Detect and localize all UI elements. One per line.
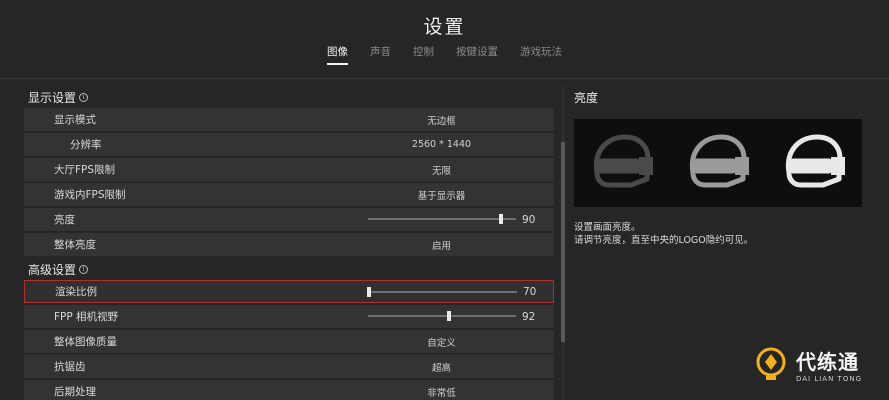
- setting-label: 渲染比例: [55, 286, 97, 298]
- setting-label: 游戏内FPS限制: [54, 189, 126, 201]
- setting-row-display-mode[interactable]: 显示模式 无边框: [24, 108, 554, 131]
- setting-row-lobby-fps[interactable]: 大厅FPS限制 无限: [24, 158, 554, 181]
- helmet-icon-light: [785, 134, 845, 188]
- setting-value[interactable]: 2560 * 1440: [354, 139, 529, 150]
- tab-sound[interactable]: 声音: [370, 44, 391, 65]
- display-settings-header: 显示设置 i: [24, 86, 554, 108]
- setting-label: 后期处理: [54, 386, 96, 398]
- info-panel-description: 设置画面亮度。 请调节亮度，直至中央的LOGO隐约可见。: [574, 221, 864, 247]
- setting-label: FPP 相机视野: [54, 311, 119, 323]
- setting-row-render-scale[interactable]: 渲染比例 70: [24, 280, 554, 303]
- setting-row-resolution[interactable]: 分辨率 2560 * 1440: [24, 133, 554, 156]
- page-title: 设置: [423, 16, 466, 38]
- slider-value: 90: [522, 213, 536, 226]
- setting-label: 抗锯齿: [54, 361, 86, 373]
- slider-knob[interactable]: [499, 214, 504, 224]
- description-line: 请调节亮度，直至中央的LOGO隐约可见。: [574, 235, 754, 246]
- slider-value: 92: [522, 310, 536, 323]
- setting-row-ingame-fps[interactable]: 游戏内FPS限制 基于显示器: [24, 183, 554, 206]
- setting-row-post-processing[interactable]: 后期处理 非常低: [24, 380, 554, 400]
- setting-row-anti-aliasing[interactable]: 抗锯齿 超高: [24, 355, 554, 378]
- tab-graphics[interactable]: 图像: [327, 44, 348, 65]
- setting-row-brightness[interactable]: 亮度 90: [24, 208, 554, 231]
- render-scale-slider[interactable]: [367, 287, 517, 297]
- watermark-text: 代练通: [796, 349, 859, 374]
- setting-value[interactable]: 无边框: [354, 113, 529, 127]
- tab-keybindings[interactable]: 按键设置: [456, 44, 498, 65]
- info-panel-heading: 亮度: [574, 90, 599, 105]
- setting-label: 显示模式: [54, 114, 96, 126]
- setting-row-image-quality[interactable]: 整体图像质量 自定义: [24, 330, 554, 353]
- setting-label: 分辨率: [70, 139, 102, 151]
- helmet-icon-dark: [593, 134, 653, 188]
- setting-value[interactable]: 超高: [354, 360, 529, 374]
- helmet-icon-medium: [689, 134, 749, 188]
- slider-knob[interactable]: [367, 287, 371, 297]
- setting-value[interactable]: 启用: [354, 238, 529, 252]
- setting-value[interactable]: 无限: [354, 163, 529, 177]
- setting-value[interactable]: 自定义: [354, 335, 529, 349]
- setting-label: 整体亮度: [54, 239, 96, 251]
- lightbulb-logo-icon: [756, 347, 786, 380]
- scrollbar-thumb[interactable]: [561, 142, 565, 342]
- section-title: 显示设置: [28, 90, 77, 105]
- settings-tabs: 图像 声音 控制 按键设置 游戏玩法: [0, 44, 889, 65]
- setting-label: 整体图像质量: [54, 336, 117, 348]
- setting-row-fpp-fov[interactable]: FPP 相机视野 92: [24, 305, 554, 328]
- slider-value: 70: [523, 285, 537, 298]
- section-title: 高级设置: [28, 262, 77, 277]
- setting-value[interactable]: 非常低: [354, 385, 529, 399]
- brightness-info-panel: 亮度 设置画面亮度。 请调节亮度，直至中央的LOGO隐约可见。: [574, 86, 864, 247]
- slider-knob[interactable]: [447, 311, 452, 321]
- brightness-preview: [574, 119, 862, 207]
- settings-scrollbar[interactable]: [561, 86, 565, 400]
- info-icon[interactable]: i: [79, 92, 89, 102]
- tab-control[interactable]: 控制: [413, 44, 434, 65]
- setting-row-overall-brightness[interactable]: 整体亮度 启用: [24, 233, 554, 256]
- fov-slider[interactable]: [368, 311, 516, 321]
- tab-gameplay[interactable]: 游戏玩法: [520, 44, 562, 65]
- setting-label: 亮度: [54, 214, 75, 226]
- description-line: 设置画面亮度。: [574, 222, 641, 233]
- setting-label: 大厅FPS限制: [54, 164, 116, 176]
- info-icon[interactable]: i: [79, 264, 89, 274]
- watermark-logo: 代练通 DAI LIAN TONG: [752, 340, 882, 388]
- settings-list: 显示设置 i 显示模式 无边框 分辨率 2560 * 1440 大厅FPS限制 …: [24, 86, 554, 400]
- brightness-slider[interactable]: [368, 214, 516, 224]
- header-divider: [0, 78, 889, 79]
- watermark-subtext: DAI LIAN TONG: [796, 374, 863, 383]
- setting-value[interactable]: 基于显示器: [354, 188, 529, 202]
- advanced-settings-header: 高级设置 i: [24, 258, 554, 280]
